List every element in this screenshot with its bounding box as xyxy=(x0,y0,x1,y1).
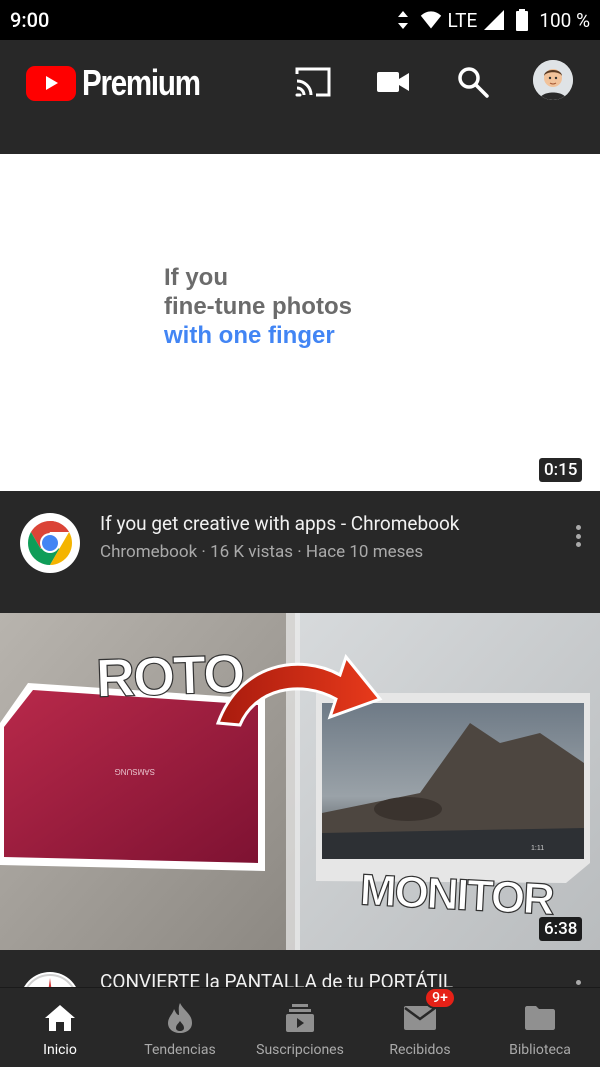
chrome-channel-avatar[interactable] xyxy=(20,513,80,573)
ad-headline-line-3: with one finger xyxy=(164,322,335,349)
status-indicators: LTE 100 % xyxy=(392,8,590,32)
search-icon[interactable] xyxy=(453,62,493,102)
channel-logo-icon xyxy=(26,974,74,987)
video-meta-roto-monitor[interactable]: CONVIERTE la PANTALLA de tu PORTÁTIL xyxy=(0,964,600,987)
nav-label: Biblioteca xyxy=(509,1042,571,1058)
account-avatar[interactable] xyxy=(533,60,573,100)
brand-wordmark: Premium xyxy=(82,62,201,103)
laptop-brand-text: SAMSUNG xyxy=(115,767,155,776)
overlay-text-bottom: MONITOR xyxy=(359,865,555,924)
network-type: LTE xyxy=(447,8,478,32)
bottom-navigation: Inicio Tendencias Suscripciones Recibido… xyxy=(0,987,600,1067)
youtube-premium-logo[interactable]: Premium xyxy=(26,62,226,104)
inbox-notification-badge: 9+ xyxy=(424,987,456,1009)
monitor-time-text: 1:11 xyxy=(531,845,544,852)
ad-headline-line-1: If you xyxy=(164,264,228,291)
fire-icon xyxy=(163,1002,197,1034)
wifi-icon xyxy=(420,9,442,31)
nav-label: Inicio xyxy=(43,1042,77,1058)
video-title[interactable]: If you get creative with apps - Chromebo… xyxy=(100,512,459,535)
video-title[interactable]: CONVIERTE la PANTALLA de tu PORTÁTIL xyxy=(100,970,453,987)
nav-item-biblioteca[interactable]: Biblioteca xyxy=(480,988,600,1067)
more-options-icon[interactable] xyxy=(570,976,586,987)
chrome-logo-icon xyxy=(22,515,78,571)
duration-badge: 6:38 xyxy=(539,917,583,941)
nav-label: Tendencias xyxy=(144,1042,216,1058)
status-time: 9:00 xyxy=(10,8,50,32)
duration-badge: 0:15 xyxy=(539,458,583,482)
battery-icon xyxy=(511,9,533,31)
nav-item-inicio[interactable]: Inicio xyxy=(0,988,120,1067)
nav-label: Suscripciones xyxy=(256,1042,344,1058)
channel-avatar[interactable] xyxy=(20,972,80,987)
video-meta-ad[interactable]: If you get creative with apps - Chromebo… xyxy=(0,491,600,611)
library-icon xyxy=(523,1002,557,1034)
nav-item-recibidos[interactable]: Recibidos xyxy=(360,988,480,1067)
youtube-play-icon xyxy=(26,65,76,101)
cast-icon[interactable] xyxy=(293,62,333,102)
home-feed[interactable]: If you fine-tune photos with one finger … xyxy=(0,154,600,987)
nav-label: Recibidos xyxy=(389,1042,451,1058)
video-thumbnail-ad[interactable]: If you fine-tune photos with one finger … xyxy=(0,154,600,491)
nav-item-tendencias[interactable]: Tendencias xyxy=(120,988,240,1067)
subscriptions-icon xyxy=(283,1002,317,1034)
nav-item-suscripciones[interactable]: Suscripciones xyxy=(240,988,360,1067)
overlay-text-top: ROTO xyxy=(95,644,244,709)
battery-level: 100 % xyxy=(539,8,590,32)
ad-headline-line-2: fine-tune photos xyxy=(164,293,352,320)
more-options-icon[interactable] xyxy=(570,521,586,551)
signal-icon xyxy=(483,9,505,31)
video-thumbnail-roto-monitor[interactable]: ROTO MONITOR SAMSUNG 1:11 6:38 xyxy=(0,613,600,950)
video-camera-icon[interactable] xyxy=(373,62,413,102)
status-bar: 9:00 LTE 100 % xyxy=(0,0,600,40)
video-subtitle: Chromebook · 16 K vistas · Hace 10 meses xyxy=(100,542,424,562)
home-icon xyxy=(43,1002,77,1034)
app-header: Premium xyxy=(0,40,600,154)
data-transfer-icon xyxy=(392,9,414,31)
thumbnail-artwork: ROTO MONITOR SAMSUNG 1:11 xyxy=(0,613,600,950)
